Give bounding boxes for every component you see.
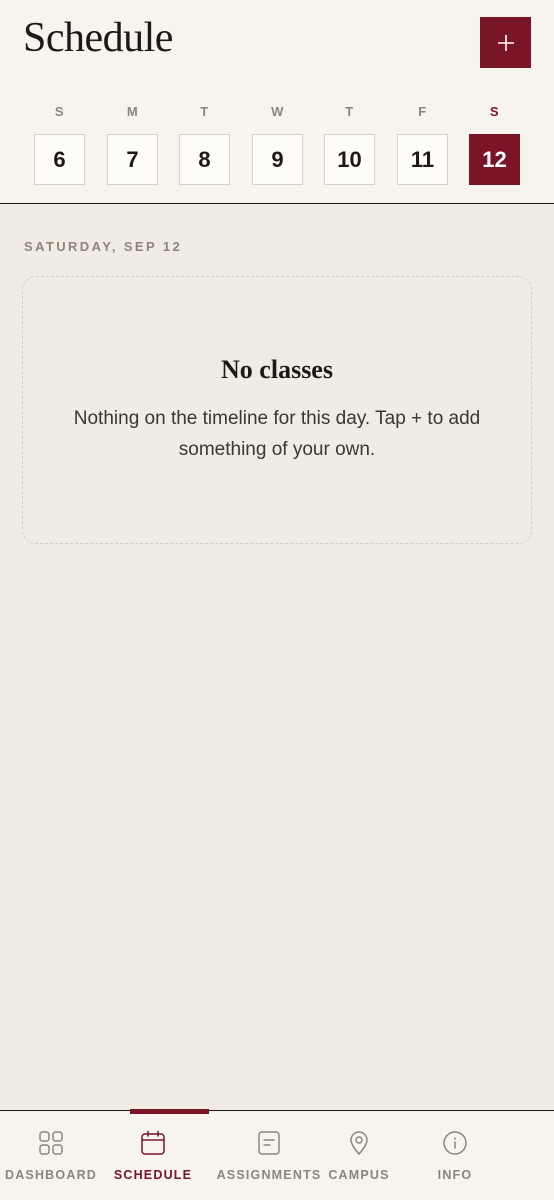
selected-date-heading: SATURDAY, SEP 12 bbox=[24, 239, 183, 254]
document-icon bbox=[258, 1131, 280, 1155]
header: Schedule S 6 M 7 T 8 W 9 T 10 F 11 S 12 bbox=[0, 0, 554, 204]
day-number: 6 bbox=[34, 134, 85, 185]
day-of-week-label: S bbox=[489, 104, 500, 119]
day-thursday[interactable]: T 10 bbox=[324, 104, 375, 188]
tab-schedule[interactable]: SCHEDULE bbox=[104, 1111, 202, 1200]
day-number: 12 bbox=[469, 134, 520, 185]
empty-state-message: Nothing on the timeline for this day. Ta… bbox=[73, 408, 481, 460]
day-tuesday[interactable]: T 8 bbox=[179, 104, 230, 188]
day-number: 7 bbox=[107, 134, 158, 185]
day-friday[interactable]: F 11 bbox=[397, 104, 448, 188]
day-of-week-label: T bbox=[200, 104, 209, 119]
tab-assignments[interactable]: ASSIGNMENTS bbox=[216, 1111, 322, 1200]
day-sunday[interactable]: S 6 bbox=[34, 104, 85, 188]
grid-icon bbox=[39, 1131, 63, 1155]
day-number: 8 bbox=[179, 134, 230, 185]
tab-info[interactable]: INFO bbox=[420, 1111, 490, 1200]
add-button[interactable] bbox=[480, 17, 531, 68]
day-saturday-selected[interactable]: S 12 bbox=[469, 104, 520, 188]
tab-campus[interactable]: CAMPUS bbox=[326, 1111, 392, 1200]
bottom-tab-bar: DASHBOARD SCHEDULE ASSIGNMENTS CAMPUS IN… bbox=[0, 1109, 554, 1200]
day-of-week-label: T bbox=[345, 104, 354, 119]
tab-label: INFO bbox=[437, 1168, 473, 1182]
day-number: 9 bbox=[252, 134, 303, 185]
day-of-week-label: W bbox=[271, 104, 284, 119]
tab-label: ASSIGNMENTS bbox=[216, 1168, 322, 1182]
tab-label: CAMPUS bbox=[328, 1168, 390, 1182]
week-strip: S 6 M 7 T 8 W 9 T 10 F 11 S 12 bbox=[0, 104, 554, 188]
day-of-week-label: M bbox=[126, 104, 139, 119]
empty-state-card: No classes Nothing on the timeline for t… bbox=[22, 276, 532, 544]
tab-label: DASHBOARD bbox=[4, 1168, 98, 1182]
day-wednesday[interactable]: W 9 bbox=[252, 104, 303, 188]
map-pin-icon bbox=[350, 1131, 368, 1156]
info-icon bbox=[443, 1131, 467, 1155]
calendar-icon bbox=[141, 1130, 165, 1155]
day-number: 11 bbox=[397, 134, 448, 185]
tab-label: SCHEDULE bbox=[113, 1168, 193, 1182]
day-monday[interactable]: M 7 bbox=[107, 104, 158, 188]
tab-dashboard[interactable]: DASHBOARD bbox=[0, 1111, 102, 1200]
day-number: 10 bbox=[324, 134, 375, 185]
day-of-week-label: F bbox=[418, 104, 427, 119]
page-title: Schedule bbox=[23, 15, 173, 61]
day-of-week-label: S bbox=[54, 104, 65, 119]
empty-state-title: No classes bbox=[221, 355, 333, 384]
plus-icon bbox=[497, 34, 514, 51]
